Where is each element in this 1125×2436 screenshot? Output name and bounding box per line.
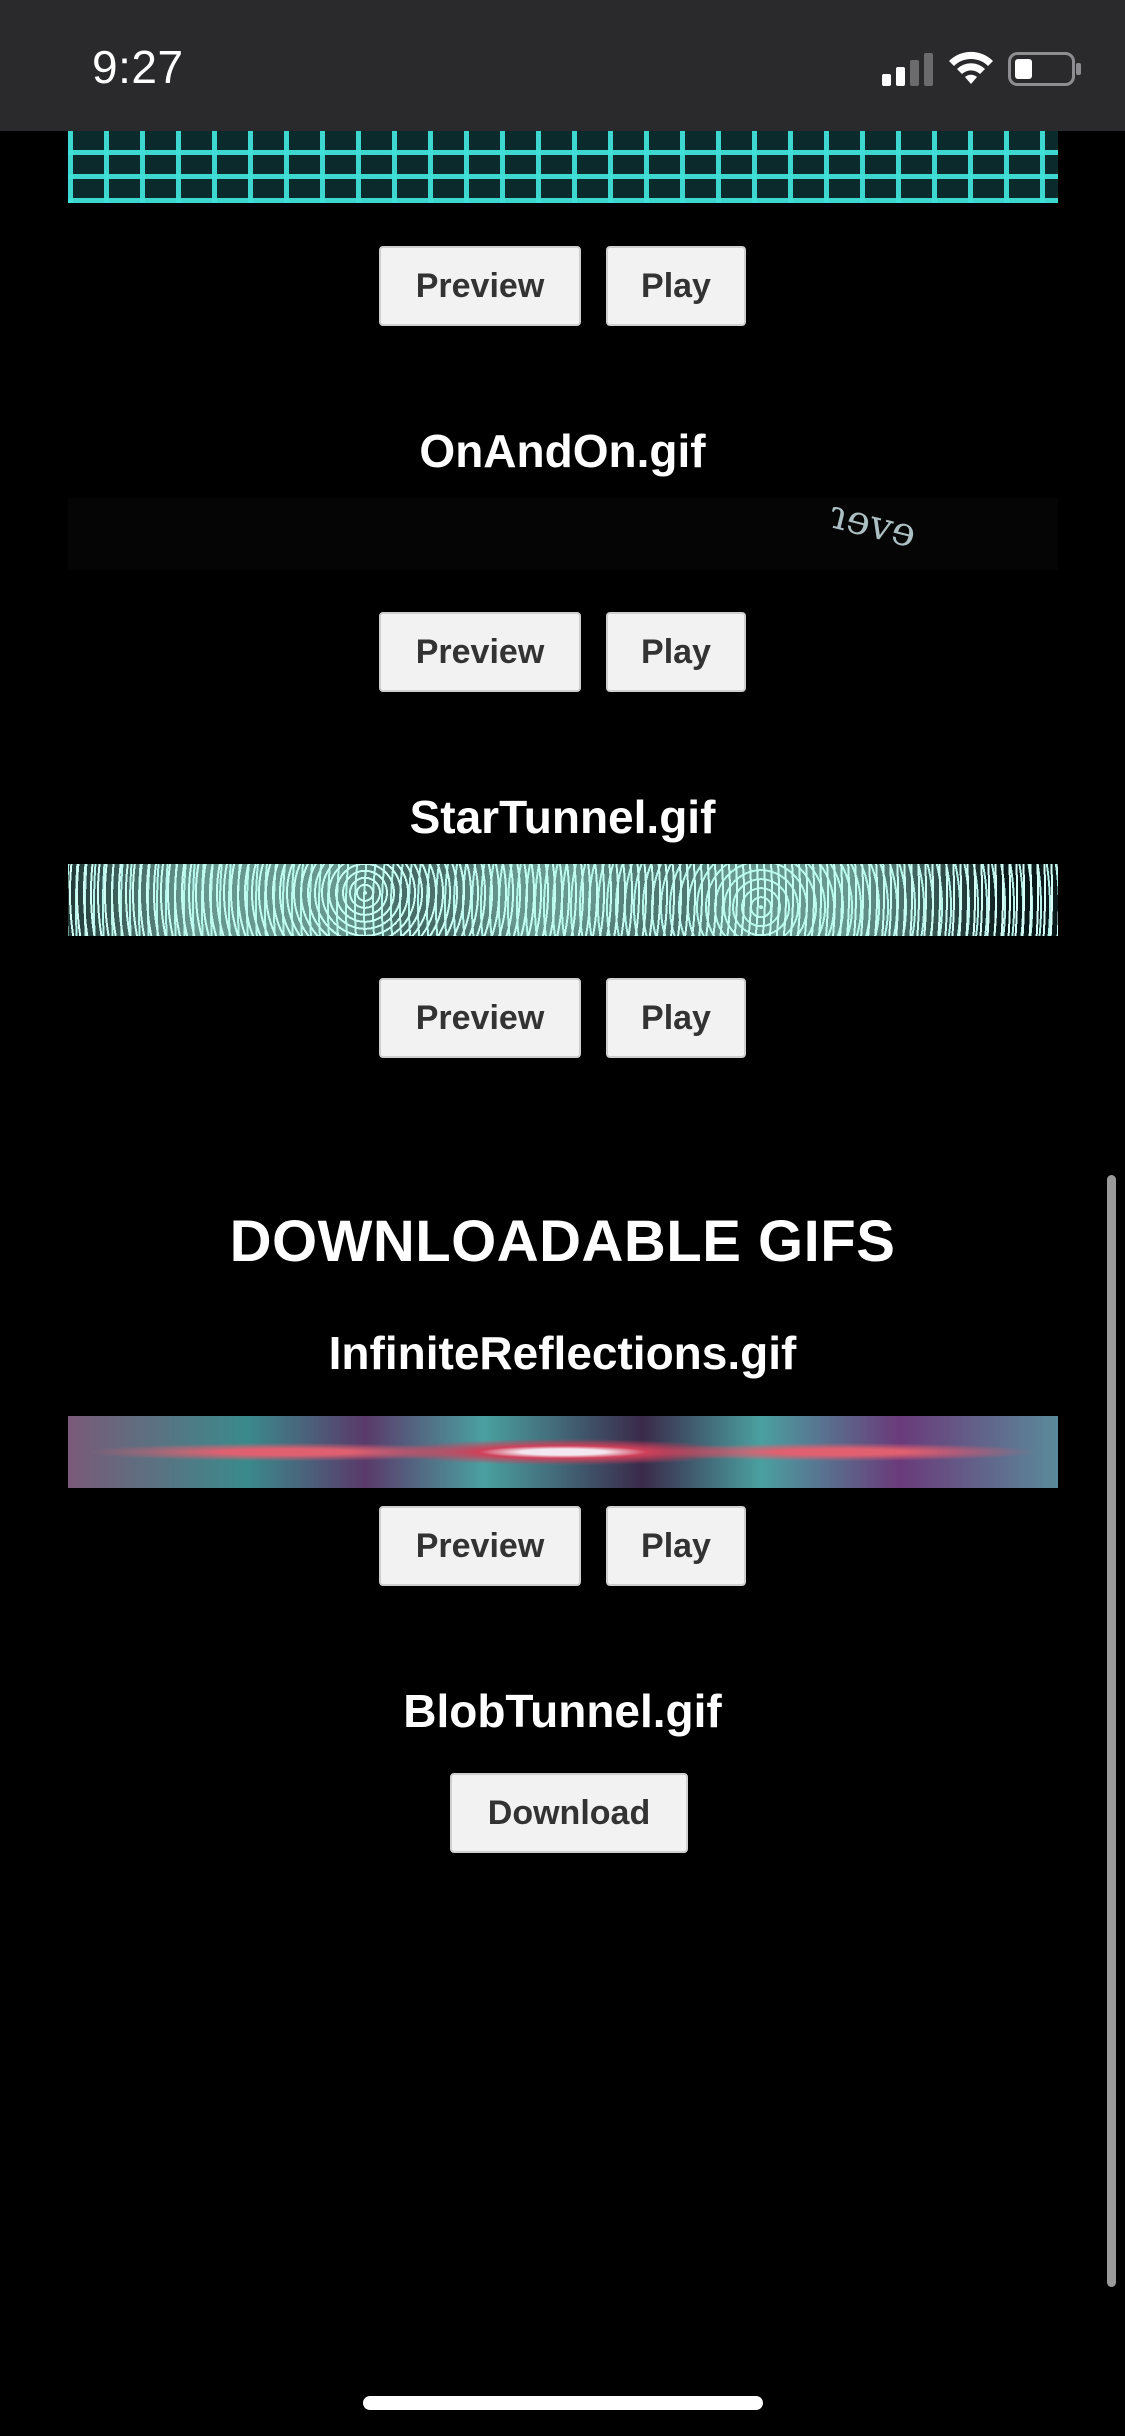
wifi-icon: [949, 51, 993, 84]
play-button[interactable]: Play: [606, 246, 746, 326]
download-button[interactable]: Download: [450, 1773, 688, 1853]
battery-icon: [1008, 52, 1081, 86]
status-time: 9:27: [92, 41, 184, 93]
gif-thumbnail-infinitereflections: [68, 1416, 1058, 1488]
screen: 9:27 Preview Play OnAndOn.gif · · · ɘ ɿɘ…: [0, 0, 1125, 2436]
play-button[interactable]: Play: [606, 978, 746, 1058]
gif-thumbnail-grid: [68, 131, 1058, 203]
gif-title: OnAndOn.gif: [419, 425, 706, 477]
thumbnail-decoration: · · · ɘ ɿɘvɘ: [787, 498, 921, 558]
preview-button[interactable]: Preview: [379, 246, 581, 326]
home-indicator[interactable]: [363, 2396, 763, 2410]
section-heading: DOWNLOADABLE GIFS: [229, 1209, 896, 1274]
play-button[interactable]: Play: [606, 612, 746, 692]
status-bar: 9:27: [0, 0, 1125, 131]
play-button[interactable]: Play: [606, 1506, 746, 1586]
gif-title: BlobTunnel.gif: [403, 1685, 722, 1737]
preview-button[interactable]: Preview: [379, 612, 581, 692]
scrollbar[interactable]: [1107, 1175, 1116, 2287]
preview-button[interactable]: Preview: [379, 978, 581, 1058]
gif-title: StarTunnel.gif: [409, 791, 716, 843]
gif-title: InfiniteReflections.gif: [328, 1327, 797, 1379]
cellular-signal-icon: [882, 53, 933, 86]
gif-thumbnail-startunnel: [68, 864, 1058, 936]
gif-thumbnail-onandon: · · · ɘ ɿɘvɘ: [68, 498, 1058, 570]
preview-button[interactable]: Preview: [379, 1506, 581, 1586]
